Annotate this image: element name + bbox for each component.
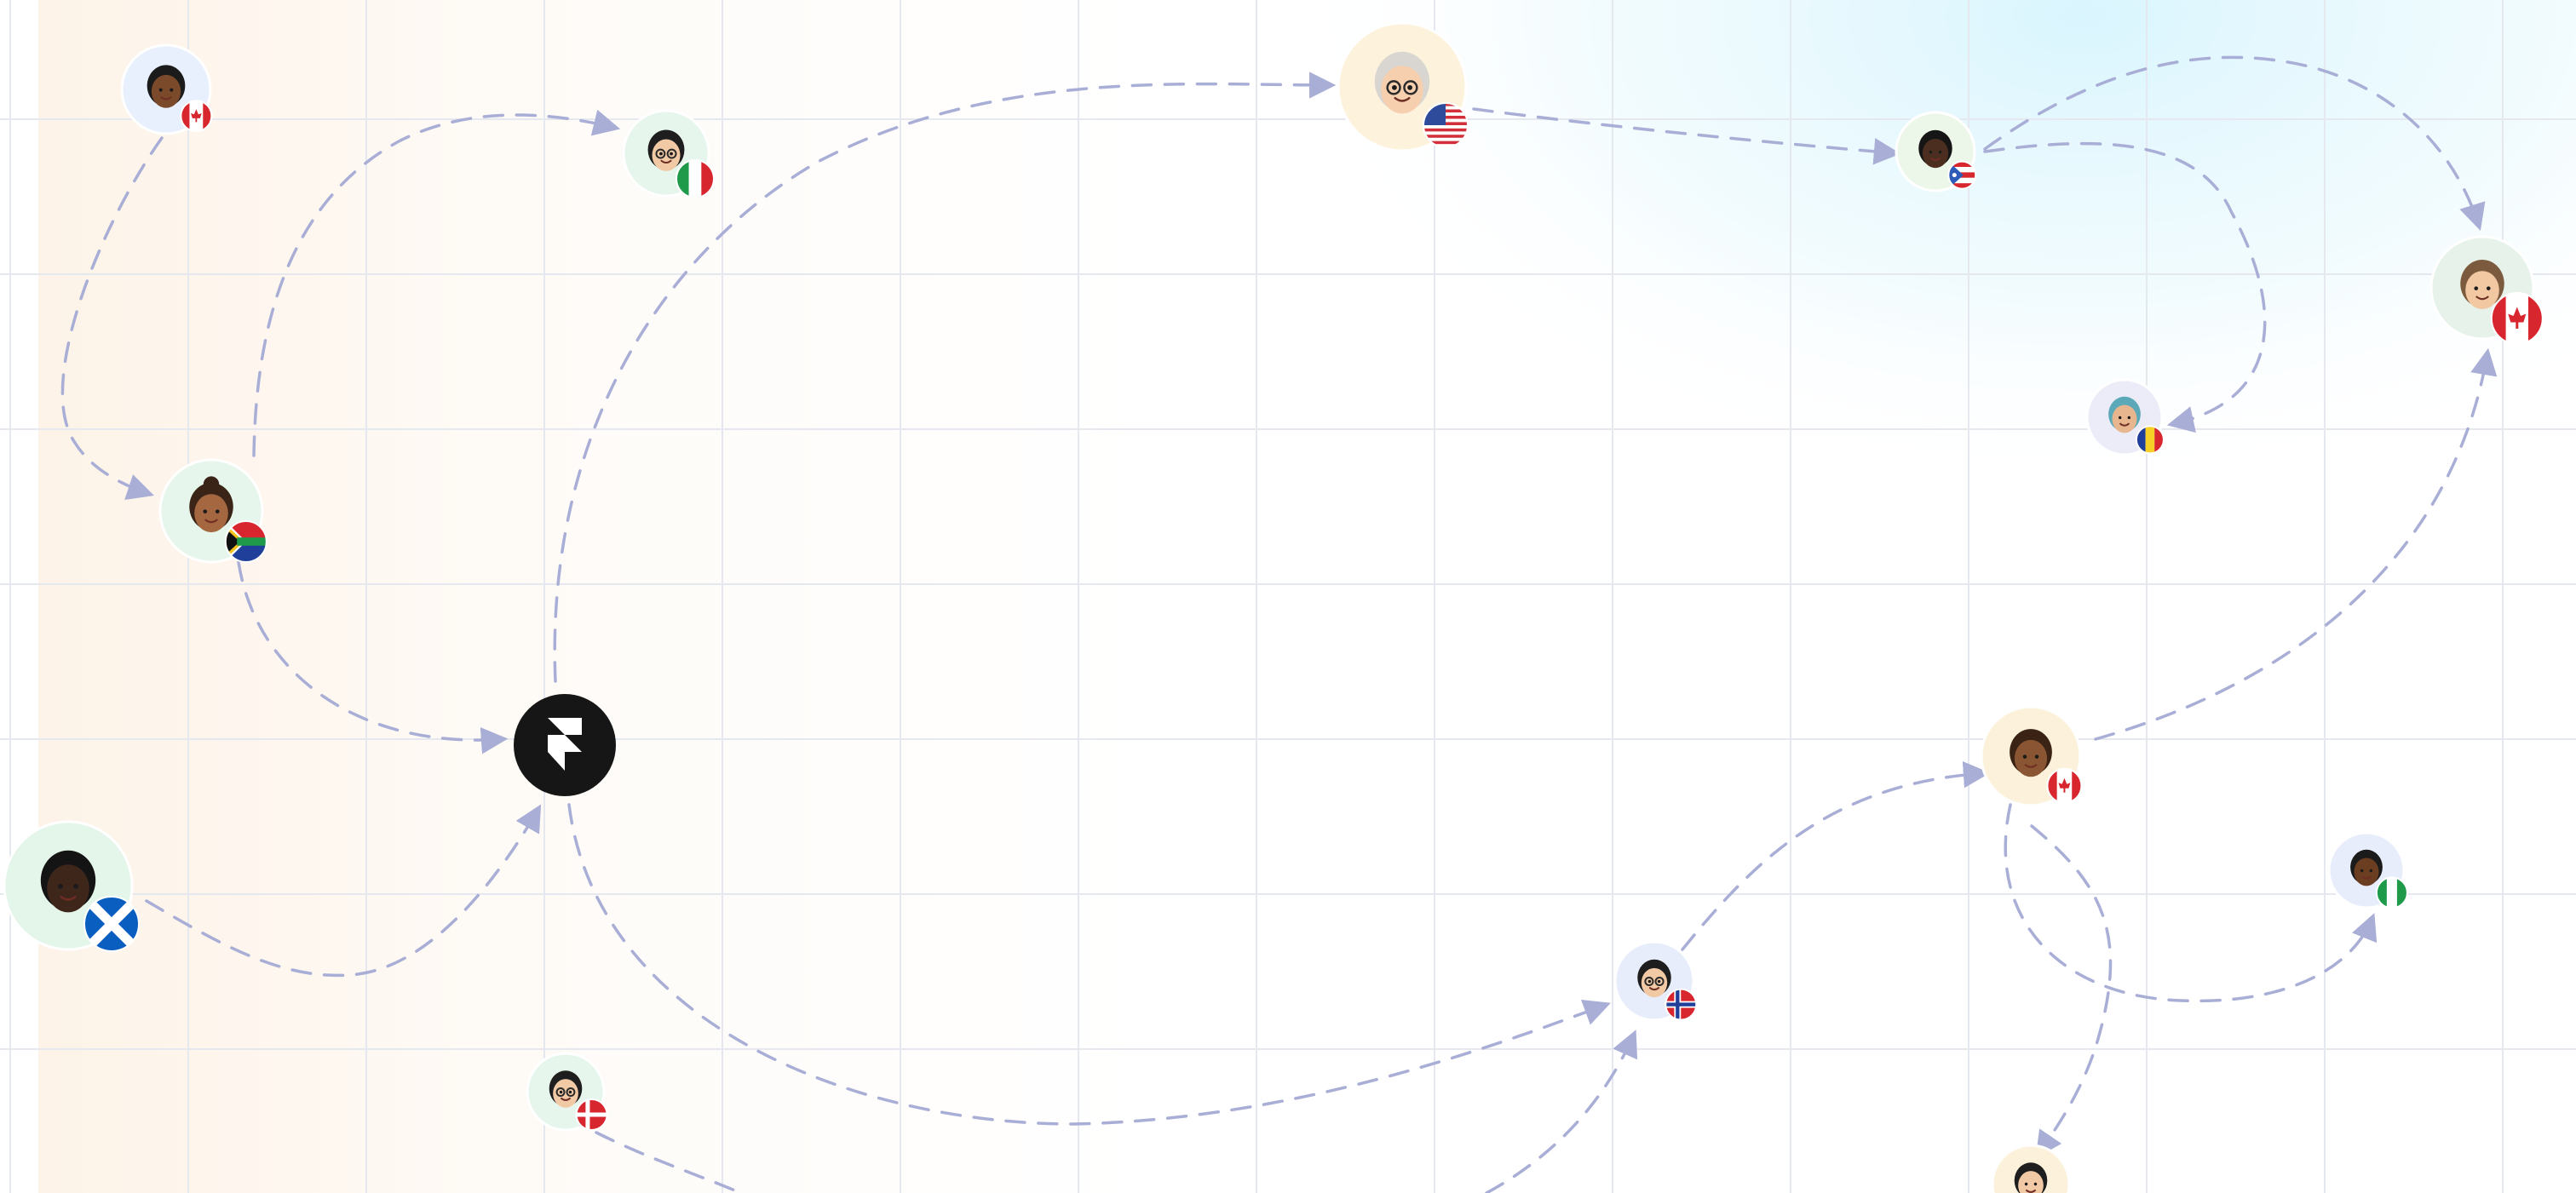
user-node-user-9[interactable] xyxy=(1980,705,2083,807)
network-diagram xyxy=(0,0,2576,1193)
warm-tint xyxy=(38,0,1146,1193)
user-node-user-3[interactable] xyxy=(1337,21,1469,152)
hub-logo[interactable] xyxy=(514,694,616,796)
user-node-user-4[interactable] xyxy=(1895,111,1977,192)
user-node-user-1[interactable] xyxy=(120,43,213,135)
user-node-user-6[interactable] xyxy=(2085,378,2165,456)
